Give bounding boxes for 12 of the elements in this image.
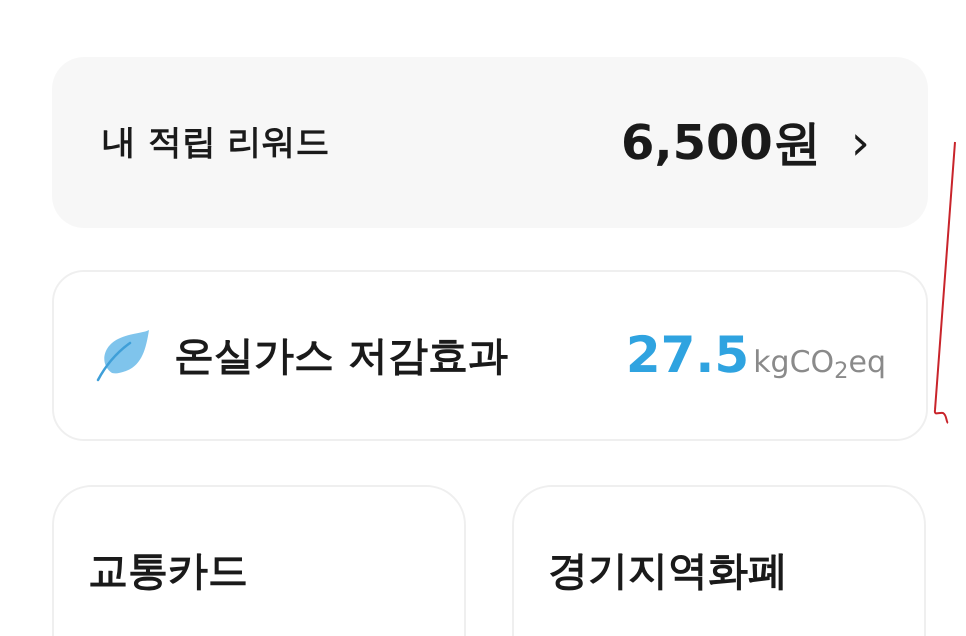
reduction-unit: kgCO$_{2}$eq bbox=[753, 344, 886, 385]
leaf-icon bbox=[96, 328, 152, 382]
card-title: 교통카드 bbox=[88, 548, 248, 594]
rewards-amount: 6,500원 bbox=[620, 114, 821, 172]
category-card[interactable]: 교통카드 bbox=[52, 485, 466, 636]
card-title: 경기지역화폐 bbox=[548, 548, 788, 594]
category-card[interactable]: 경기지역화폐 bbox=[512, 485, 926, 636]
reduction-label: 온실가스 저감효과 bbox=[174, 332, 508, 380]
reduction-value: 27.5 bbox=[626, 325, 750, 386]
rewards-card[interactable]: 내 적립 리워드 6,500원 › bbox=[52, 57, 928, 228]
rewards-label: 내 적립 리워드 bbox=[102, 121, 330, 164]
chevron-icon: › bbox=[850, 118, 870, 166]
